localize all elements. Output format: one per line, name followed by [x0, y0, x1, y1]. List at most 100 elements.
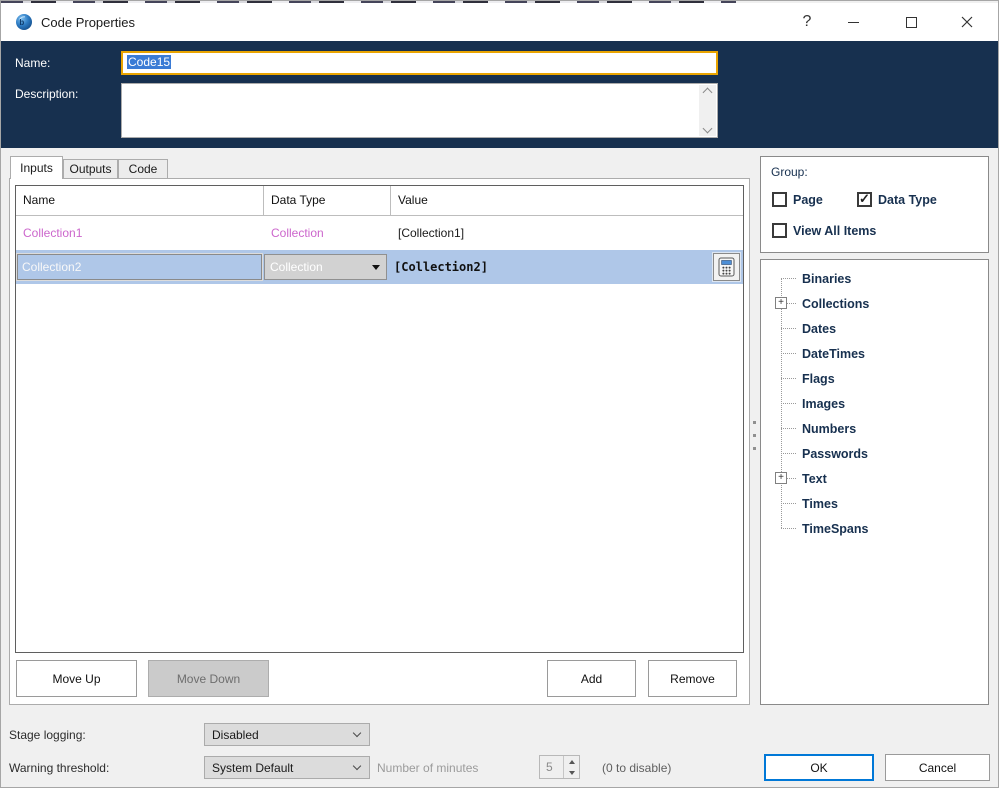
scroll-up-icon[interactable] — [702, 87, 713, 98]
code-properties-dialog: b Code Properties ? Name: Code15 Descrip… — [0, 0, 999, 788]
tree-item-timespans[interactable]: TimeSpans — [761, 516, 988, 541]
window-title: Code Properties — [41, 15, 135, 30]
spin-down-button[interactable] — [564, 767, 579, 778]
grid-header-row: Name Data Type Value — [16, 186, 743, 216]
properties-header: Name: Code15 Description: — [1, 41, 998, 148]
tree-item-passwords[interactable]: Passwords — [761, 441, 988, 466]
name-input-selected-text: Code15 — [127, 55, 172, 69]
tree-item-numbers[interactable]: Numbers — [761, 416, 988, 441]
close-button[interactable] — [944, 3, 990, 41]
name-input[interactable]: Code15 — [121, 51, 718, 75]
tree-branch-line — [781, 528, 796, 529]
tree-branch-line — [781, 428, 796, 429]
minutes-value: 5 — [546, 760, 553, 774]
warning-threshold-label: Warning threshold: — [9, 761, 110, 775]
blue-prism-app-icon: b — [15, 13, 33, 31]
view-all-items-checkbox-icon[interactable] — [772, 223, 787, 238]
svg-text:b: b — [19, 18, 24, 27]
tree-item-text[interactable]: Text — [761, 466, 988, 491]
add-button[interactable]: Add — [547, 660, 636, 697]
expand-plus-icon[interactable] — [775, 297, 787, 309]
minimize-icon — [847, 21, 859, 23]
cancel-button[interactable]: Cancel — [885, 754, 990, 781]
tree-item-binaries[interactable]: Binaries — [761, 266, 988, 291]
spinner-buttons[interactable] — [563, 756, 579, 778]
close-icon — [961, 16, 973, 28]
checkbox-data-type[interactable]: Data Type — [857, 191, 937, 207]
row-data-type-dropdown[interactable]: Collection — [264, 254, 387, 280]
tree-branch-line — [781, 403, 796, 404]
tree-item-datetimes[interactable]: DateTimes — [761, 341, 988, 366]
warning-threshold-dropdown[interactable]: System Default — [204, 756, 370, 779]
data-type-checkbox-icon[interactable] — [857, 191, 872, 207]
tree-item-flags[interactable]: Flags — [761, 366, 988, 391]
minimize-button[interactable] — [830, 3, 876, 41]
spin-up-icon — [568, 759, 575, 764]
description-textarea[interactable] — [121, 83, 718, 138]
combo-chevron-icon — [352, 761, 362, 771]
move-down-button[interactable]: Move Down — [148, 660, 269, 697]
spin-down-icon — [568, 770, 575, 775]
help-button[interactable]: ? — [784, 3, 830, 41]
expand-plus-icon[interactable] — [775, 472, 787, 484]
tree-branch-line — [781, 378, 796, 379]
stage-logging-label: Stage logging: — [9, 728, 86, 742]
stage-logging-dropdown[interactable]: Disabled — [204, 723, 370, 746]
number-of-minutes-label: Number of minutes — [377, 761, 479, 775]
tree-item-dates[interactable]: Dates — [761, 316, 988, 341]
inputs-grid: Name Data Type Value Collection1 Collect… — [15, 185, 744, 653]
title-bar: b Code Properties ? — [1, 3, 998, 41]
page-checkbox-icon[interactable] — [772, 192, 787, 207]
warning-threshold-value: System Default — [212, 761, 294, 775]
maximize-icon — [905, 16, 917, 28]
tree-branch-line — [781, 353, 796, 354]
row-data-type-value: Collection — [270, 260, 323, 274]
description-label: Description: — [15, 87, 79, 101]
data-type-checkbox-label: Data Type — [878, 192, 937, 207]
group-title: Group: — [771, 165, 808, 179]
checkbox-view-all-items[interactable]: View All Items — [772, 223, 876, 238]
group-panel: Group: Page Data Type View All Items — [760, 156, 989, 253]
data-type-tree: Binaries Collections Dates DateTimes Fla… — [760, 259, 989, 705]
remove-button[interactable]: Remove — [648, 660, 737, 697]
column-header-name[interactable]: Name — [16, 186, 264, 216]
panel-splitter[interactable] — [750, 153, 759, 705]
page-checkbox-label: Page — [793, 192, 823, 207]
tree-branch-line — [781, 278, 796, 279]
splitter-grip-dot — [753, 421, 756, 424]
splitter-grip-dot — [753, 447, 756, 450]
tab-inputs[interactable]: Inputs — [10, 156, 63, 179]
table-row[interactable]: Collection1 Collection [Collection1] — [16, 216, 743, 250]
tree-item-collections[interactable]: Collections — [761, 291, 988, 316]
row-name[interactable]: Collection1 — [16, 226, 264, 240]
column-header-data-type[interactable]: Data Type — [264, 186, 391, 216]
description-scrollbar[interactable] — [699, 85, 716, 136]
table-row-selected[interactable]: Collection2 Collection [Collection2] — [16, 250, 743, 284]
tree-item-times[interactable]: Times — [761, 491, 988, 516]
view-all-items-checkbox-label: View All Items — [793, 223, 877, 238]
row-value-expression[interactable]: [Collection2] — [387, 260, 488, 274]
calculator-icon — [718, 257, 735, 277]
expression-builder-button[interactable] — [712, 252, 741, 282]
tab-code[interactable]: Code — [118, 159, 168, 179]
move-up-button[interactable]: Move Up — [16, 660, 137, 697]
spin-up-button[interactable] — [564, 756, 579, 767]
checkbox-page[interactable]: Page — [772, 192, 823, 207]
ok-button[interactable]: OK — [764, 754, 874, 781]
disable-hint-label: (0 to disable) — [602, 761, 672, 775]
tree-branch-line — [781, 328, 796, 329]
stage-logging-value: Disabled — [212, 728, 259, 742]
inputs-tab-page: Name Data Type Value Collection1 Collect… — [9, 178, 750, 705]
tree-item-images[interactable]: Images — [761, 391, 988, 416]
tab-outputs[interactable]: Outputs — [63, 159, 118, 179]
maximize-button[interactable] — [888, 3, 934, 41]
tree-branch-line — [781, 453, 796, 454]
row-data-type[interactable]: Collection — [264, 226, 391, 240]
scroll-down-icon[interactable] — [702, 123, 713, 134]
row-value[interactable]: [Collection1] — [391, 226, 743, 240]
combo-chevron-icon — [352, 728, 362, 738]
column-header-value[interactable]: Value — [391, 186, 743, 216]
splitter-grip-dot — [753, 434, 756, 437]
row-name-editor[interactable]: Collection2 — [16, 253, 263, 281]
minutes-spinner[interactable]: 5 — [539, 755, 580, 779]
